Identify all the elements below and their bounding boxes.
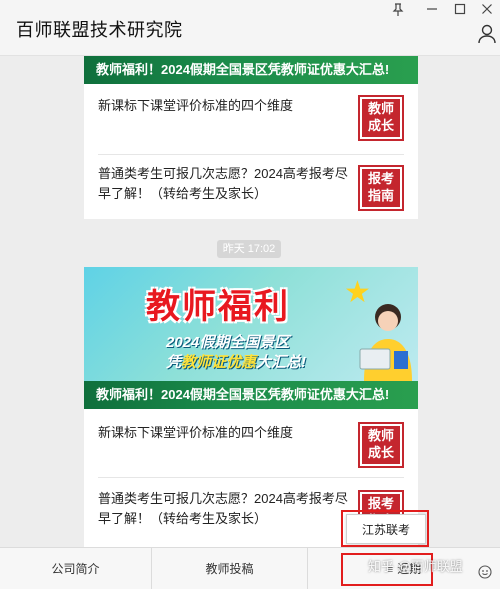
article-title[interactable]: 新课标下课堂评价标准的四个维度 — [98, 423, 348, 443]
thumbnail-label: 教师成长 — [362, 99, 400, 137]
hero-subtitle-2: 凭教师证优惠大汇总! — [166, 354, 307, 371]
menu-item-submission[interactable]: 教师投稿 — [152, 548, 308, 589]
article-banner[interactable]: 教师福利！2024假期全国景区凭教师证优惠大汇总! — [84, 381, 418, 409]
hero-image[interactable]: 教师福利 ★ 2024假期全国景区 凭教师证优惠大汇总! — [84, 267, 418, 381]
article-title[interactable]: 新课标下课堂评价标准的四个维度 — [98, 96, 348, 116]
divider — [98, 154, 404, 155]
article-title[interactable]: 普通类考生可报几次志愿？2024高考报考尽早了解！（转给考生及家长） — [98, 164, 348, 204]
highlight-box — [341, 510, 429, 547]
title-bar: 百师联盟技术研究院 — [0, 0, 500, 56]
thumbnail-label: 报考指南 — [362, 169, 400, 207]
article-banner[interactable]: 教师福利！2024假期全国景区凭教师证优惠大汇总! — [84, 56, 418, 84]
article-item[interactable]: 新课标下课堂评价标准的四个维度 教师成长 — [84, 417, 418, 473]
menu-item-label: 教师投稿 — [205, 562, 254, 576]
close-icon[interactable] — [477, 3, 497, 19]
divider — [98, 477, 404, 478]
minimize-icon[interactable] — [422, 3, 442, 19]
teacher-illustration — [359, 304, 412, 381]
article-thumbnail[interactable]: 报考指南 — [358, 165, 404, 211]
window-title: 百师联盟技术研究院 — [16, 20, 183, 40]
hero-title: 教师福利 — [146, 287, 290, 327]
pin-icon[interactable] — [388, 3, 408, 19]
article-item[interactable]: 普通类考生可报几次志愿？2024高考报考尽早了解！（转给考生及家长） 报考指南 — [84, 160, 418, 216]
article-thumbnail[interactable]: 教师成长 — [358, 95, 404, 141]
watermark: 知乎 @百师联盟 — [368, 559, 463, 574]
emoji-icon[interactable] — [478, 565, 492, 579]
thumbnail-label: 教师成长 — [362, 426, 400, 464]
article-title[interactable]: 普通类考生可报几次志愿？2024高考报考尽早了解！（转给考生及家长） — [98, 489, 348, 529]
article-item[interactable]: 新课标下课堂评价标准的四个维度 教师成长 — [84, 90, 418, 146]
menu-item-company[interactable]: 公司简介 — [0, 548, 152, 589]
hero-subtitle: 2024假期全国景区 — [166, 334, 290, 351]
menu-item-label: 公司简介 — [51, 562, 100, 576]
article-card[interactable]: 教师福利 ★ 2024假期全国景区 凭教师证优惠大汇总! 教师福利！2024假期… — [84, 267, 418, 547]
article-card[interactable]: 教师福利！2024假期全国景区凭教师证优惠大汇总! 新课标下课堂评价标准的四个维… — [84, 56, 418, 219]
maximize-icon[interactable] — [450, 3, 470, 19]
article-thumbnail[interactable]: 教师成长 — [358, 422, 404, 468]
user-icon[interactable] — [478, 24, 496, 44]
timestamp-badge: 昨天 17:02 — [217, 240, 281, 258]
